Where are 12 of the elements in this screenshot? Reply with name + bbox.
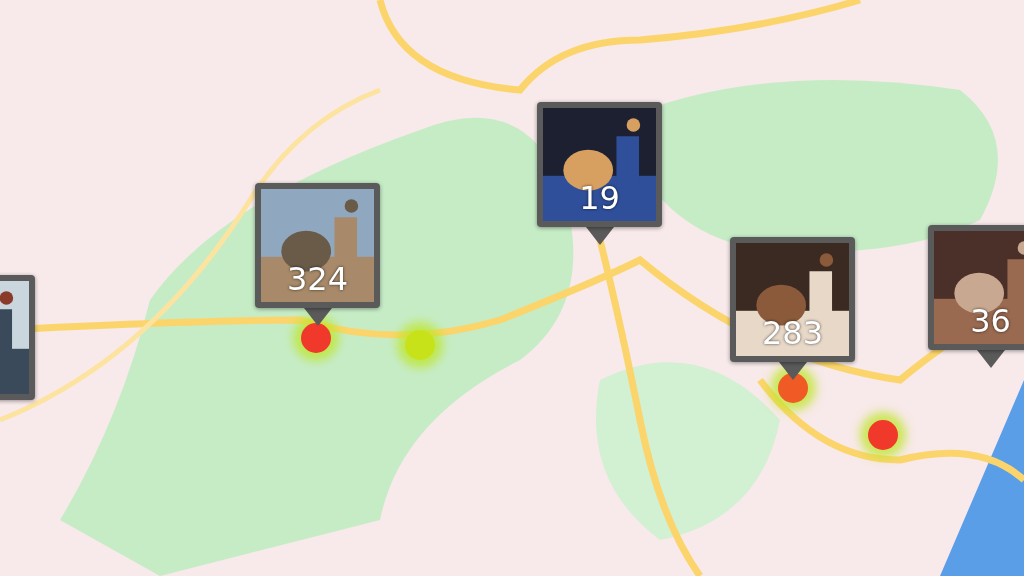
photo-count: 36 <box>969 302 1012 340</box>
marker-pointer-icon <box>303 308 332 326</box>
photo-count: 19 <box>578 179 621 217</box>
photo-marker[interactable] <box>255 183 380 308</box>
marker-pointer-icon <box>976 350 1005 368</box>
marker-pointer-icon <box>778 362 807 380</box>
photo-marker[interactable] <box>537 102 662 227</box>
photo-count: 324 <box>285 260 350 298</box>
photo-marker[interactable] <box>928 225 1024 350</box>
marker-pointer-icon <box>585 227 614 245</box>
photo-marker[interactable] <box>730 237 855 362</box>
photo-count: 283 <box>760 314 825 352</box>
